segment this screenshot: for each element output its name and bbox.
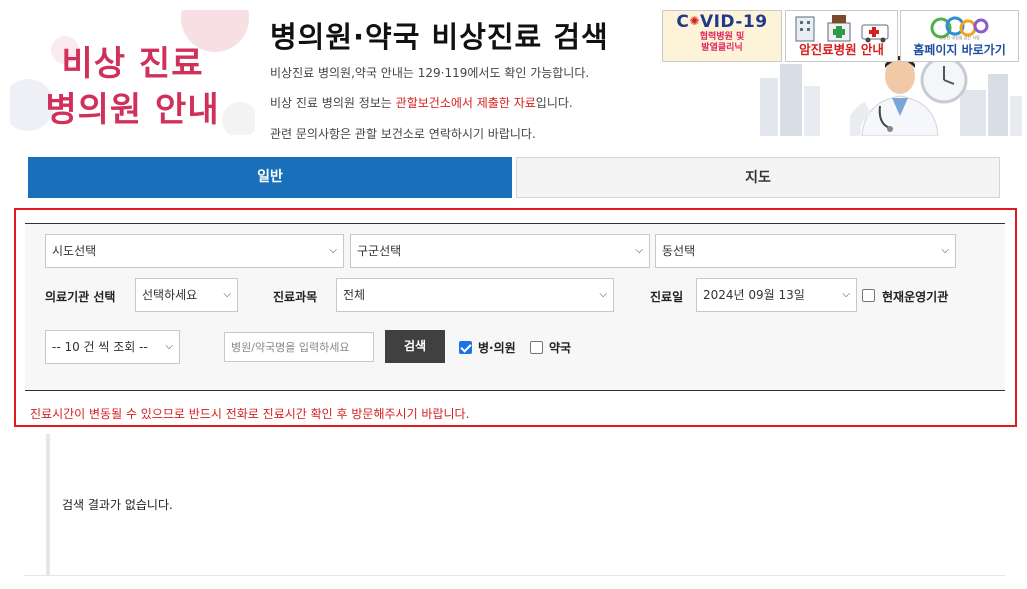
search-panel: 시도선택 ⌵ 구군선택 ⌵ 동선택 ⌵ 의료기관 선택 선택하세요 ⌵ 진료과목… bbox=[14, 208, 1017, 427]
chevron-down-icon: ⌵ bbox=[842, 289, 850, 300]
notice-text: 진료시간이 변동될 수 있으므로 반드시 전화로 진료시간 확인 후 방문해주시… bbox=[30, 407, 470, 421]
page-size-select[interactable]: -- 10 건 씩 조회 -- ⌵ bbox=[45, 330, 180, 364]
covid-banner-sub-2: 발열클리닉 bbox=[701, 43, 743, 53]
hospital-checkbox[interactable] bbox=[459, 341, 472, 354]
operating-checkbox[interactable] bbox=[862, 289, 875, 302]
tab-general[interactable]: 일반 bbox=[28, 157, 512, 198]
chevron-down-icon: ⌵ bbox=[165, 341, 173, 352]
chevron-down-icon: ⌵ bbox=[635, 245, 643, 256]
cancer-hospital-banner-label: 암진료병원 안내 bbox=[799, 42, 884, 57]
name-search-input[interactable] bbox=[224, 332, 374, 362]
logo-line-2: 병의원 안내 bbox=[45, 90, 220, 130]
date-select[interactable]: 2024년 09월 13일 ⌵ bbox=[696, 278, 857, 312]
gugun-select-value: 구군선택 bbox=[357, 244, 402, 258]
homepage-banner-label: 홈페이지 바로가기 bbox=[913, 43, 1006, 57]
institution-select[interactable]: 선택하세요 ⌵ bbox=[135, 278, 238, 312]
date-label: 진료일 bbox=[650, 290, 684, 304]
pharmacy-checkbox-label: 약국 bbox=[549, 341, 572, 355]
homepage-banner-link[interactable]: 건강한 내일을 심는 사람 홈페이지 바로가기 bbox=[900, 10, 1019, 62]
cancer-hospital-banner-link[interactable]: 암진료병원 안내 bbox=[785, 10, 898, 62]
page-size-select-value: -- 10 건 씩 조회 -- bbox=[52, 340, 148, 354]
info-line-2-highlight: 관할보건소에서 제출한 자료 bbox=[395, 96, 536, 110]
chevron-down-icon: ⌵ bbox=[941, 245, 949, 256]
institution-select-value: 선택하세요 bbox=[142, 288, 198, 302]
dong-select-value: 동선택 bbox=[662, 244, 696, 258]
info-line-2-suffix: 입니다. bbox=[535, 96, 573, 110]
sido-select-value: 시도선택 bbox=[52, 244, 97, 258]
empty-result-message: 검색 결과가 없습니다. bbox=[62, 498, 173, 512]
sido-select[interactable]: 시도선택 ⌵ bbox=[45, 234, 344, 268]
chevron-down-icon: ⌵ bbox=[329, 245, 337, 256]
operating-label: 현재운영기관 bbox=[882, 290, 949, 304]
date-select-value: 2024년 09월 13일 bbox=[703, 288, 805, 302]
site-logo[interactable]: 비상 진료 병의원 안내 bbox=[10, 10, 255, 135]
search-button[interactable]: 검색 bbox=[385, 330, 445, 363]
info-line-2-prefix: 비상 진료 병의원 정보는 bbox=[270, 96, 396, 110]
department-label: 진료과목 bbox=[273, 290, 318, 304]
result-area: 검색 결과가 없습니다. bbox=[46, 434, 1005, 576]
info-line-1: 비상진료 병의원,약국 안내는 129·119에서도 확인 가능합니다. bbox=[270, 66, 590, 80]
covid-banner-title: C✺VID-19 bbox=[676, 12, 768, 32]
chevron-down-icon: ⌵ bbox=[599, 289, 607, 300]
logo-line-1: 비상 진료 bbox=[61, 44, 204, 84]
doctor-illustration bbox=[850, 56, 939, 136]
homepage-banner-slogan: 건강한 내일을 심는 사람 bbox=[939, 35, 980, 40]
pharmacy-checkbox[interactable] bbox=[530, 341, 543, 354]
department-select[interactable]: 전체 ⌵ bbox=[336, 278, 614, 312]
banner-area: C✺VID-19 협력병원 및 발열클리닉 암진료병원 안내 건강한 내일을 심… bbox=[660, 8, 1022, 136]
institution-label: 의료기관 선택 bbox=[45, 290, 116, 304]
gugun-select[interactable]: 구군선택 ⌵ bbox=[350, 234, 650, 268]
hospital-checkbox-label: 병·의원 bbox=[478, 341, 516, 355]
covid-banner-sub-1: 협력병원 및 bbox=[699, 32, 745, 42]
search-form: 시도선택 ⌵ 구군선택 ⌵ 동선택 ⌵ 의료기관 선택 선택하세요 ⌵ 진료과목… bbox=[25, 223, 1005, 391]
dong-select[interactable]: 동선택 ⌵ bbox=[655, 234, 956, 268]
divider bbox=[24, 575, 1005, 576]
page-title: 병의원·약국 비상진료 검색 bbox=[270, 20, 609, 54]
info-line-2: 비상 진료 병의원 정보는 관할보건소에서 제출한 자료입니다. bbox=[270, 94, 573, 111]
tab-map[interactable]: 지도 bbox=[516, 157, 1000, 198]
covid-banner-link[interactable]: C✺VID-19 협력병원 및 발열클리닉 bbox=[662, 10, 782, 62]
department-select-value: 전체 bbox=[343, 288, 366, 302]
chevron-down-icon: ⌵ bbox=[223, 289, 231, 300]
info-line-3: 관련 문의사항은 관할 보건소로 연락하시기 바랍니다. bbox=[270, 127, 536, 141]
virus-icon: ✺ bbox=[689, 14, 700, 28]
